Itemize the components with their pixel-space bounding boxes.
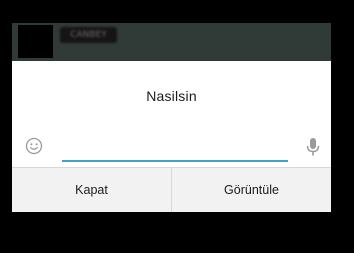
contact-name: CANBEY	[60, 27, 117, 43]
view-button[interactable]: Görüntüle	[172, 168, 331, 212]
reply-input[interactable]	[62, 144, 288, 162]
dialog-actions: Kapat Görüntüle	[12, 167, 331, 212]
close-button[interactable]: Kapat	[12, 168, 171, 212]
screen-background: CANBEY Nasilsin Kapat Görüntüle	[0, 0, 354, 253]
smiley-face-icon[interactable]	[25, 137, 43, 155]
microphone-icon[interactable]	[306, 137, 320, 157]
contact-avatar	[18, 25, 53, 58]
quick-reply-dialog: CANBEY Nasilsin Kapat Görüntüle	[12, 23, 331, 212]
dialog-header: CANBEY	[12, 23, 331, 61]
message-text: Nasilsin	[146, 88, 197, 104]
dialog-body: Nasilsin	[12, 61, 331, 167]
